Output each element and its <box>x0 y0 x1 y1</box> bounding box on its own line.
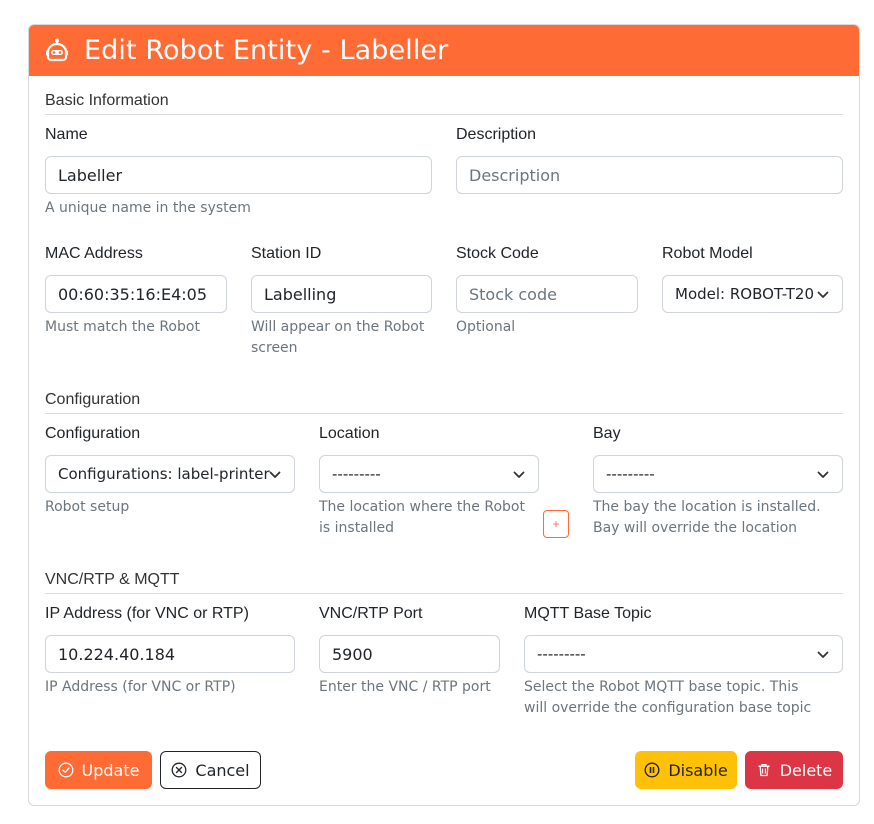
mqtt-topic-value: --------- <box>537 645 586 663</box>
stock-code-label: Stock Code <box>456 245 539 262</box>
description-label: Description <box>456 126 537 143</box>
update-button[interactable]: Update <box>45 751 152 789</box>
bay-value: --------- <box>606 465 655 483</box>
page-title: Edit Robot Entity - Labeller <box>84 35 449 66</box>
chevron-down-icon <box>817 291 829 298</box>
robot-edit-card: Edit Robot Entity - Labeller Basic Infor… <box>28 24 860 806</box>
stock-code-input[interactable]: Stock code <box>456 275 638 313</box>
disable-label: Disable <box>668 760 728 780</box>
card-header: Edit Robot Entity - Labeller <box>29 25 859 76</box>
location-value: --------- <box>332 465 381 483</box>
ip-address-help: IP Address (for VNC or RTP) <box>45 679 236 695</box>
vnc-port-label: VNC/RTP Port <box>319 605 423 622</box>
bay-help: The bay the location is installed. Bay w… <box>593 499 821 536</box>
vnc-port-input[interactable]: 5900 <box>319 635 500 673</box>
section-vnc-rtp-mqtt: VNC/RTP & MQTT <box>45 571 843 594</box>
mqtt-topic-select[interactable]: --------- <box>524 635 843 673</box>
check-circle-icon <box>58 762 73 778</box>
mac-address-help: Must match the Robot <box>45 319 200 335</box>
chevron-down-icon <box>513 471 525 478</box>
configuration-label: Configuration <box>45 425 141 442</box>
trash-icon <box>758 764 770 777</box>
chevron-down-icon <box>817 651 829 658</box>
robot-model-select[interactable]: Model: ROBOT-T20 <box>662 275 843 313</box>
section-basic-information: Basic Information <box>45 92 843 115</box>
ip-address-input[interactable]: 10.224.40.184 <box>45 635 295 673</box>
name-help: A unique name in the system <box>45 200 251 216</box>
description-input[interactable]: Description <box>456 156 843 194</box>
location-help: The location where the Robot is installe… <box>319 499 525 536</box>
chevron-down-icon <box>817 471 829 478</box>
section-configuration: Configuration <box>45 391 843 414</box>
mqtt-topic-help: Select the Robot MQTT base topic. This w… <box>524 679 812 716</box>
delete-button[interactable]: Delete <box>745 751 843 789</box>
add-location-button[interactable]: + <box>543 510 569 538</box>
chevron-down-icon <box>269 471 281 478</box>
name-input[interactable]: Labeller <box>45 156 432 194</box>
vnc-port-help: Enter the VNC / RTP port <box>319 679 491 695</box>
ip-address-label: IP Address (for VNC or RTP) <box>45 605 249 622</box>
location-select[interactable]: --------- <box>319 455 539 493</box>
name-label: Name <box>45 126 88 143</box>
mqtt-topic-label: MQTT Base Topic <box>524 605 652 622</box>
disable-button[interactable]: Disable <box>635 751 737 789</box>
cancel-label: Cancel <box>195 760 250 780</box>
robot-model-value: Model: ROBOT-T20 <box>675 285 814 303</box>
robot-icon <box>44 38 70 64</box>
close-circle-icon <box>171 762 187 778</box>
cancel-button[interactable]: Cancel <box>160 751 261 789</box>
configuration-select[interactable]: Configurations: label-printer <box>45 455 295 493</box>
configuration-value: Configurations: label-printer <box>58 465 270 483</box>
station-id-label: Station ID <box>251 245 322 262</box>
bay-select[interactable]: --------- <box>593 455 843 493</box>
pause-circle-icon <box>644 762 660 778</box>
mac-address-input[interactable]: 00:60:35:16:E4:05 <box>45 275 227 313</box>
station-id-input[interactable]: Labelling <box>251 275 432 313</box>
bay-label: Bay <box>593 425 621 442</box>
robot-model-label: Robot Model <box>662 245 753 262</box>
location-label: Location <box>319 425 380 442</box>
stock-code-help: Optional <box>456 319 516 335</box>
update-label: Update <box>81 760 140 780</box>
delete-label: Delete <box>779 760 833 780</box>
mac-address-label: MAC Address <box>45 245 143 262</box>
station-id-help: Will appear on the Robot screen <box>251 319 425 356</box>
configuration-help: Robot setup <box>45 499 130 515</box>
